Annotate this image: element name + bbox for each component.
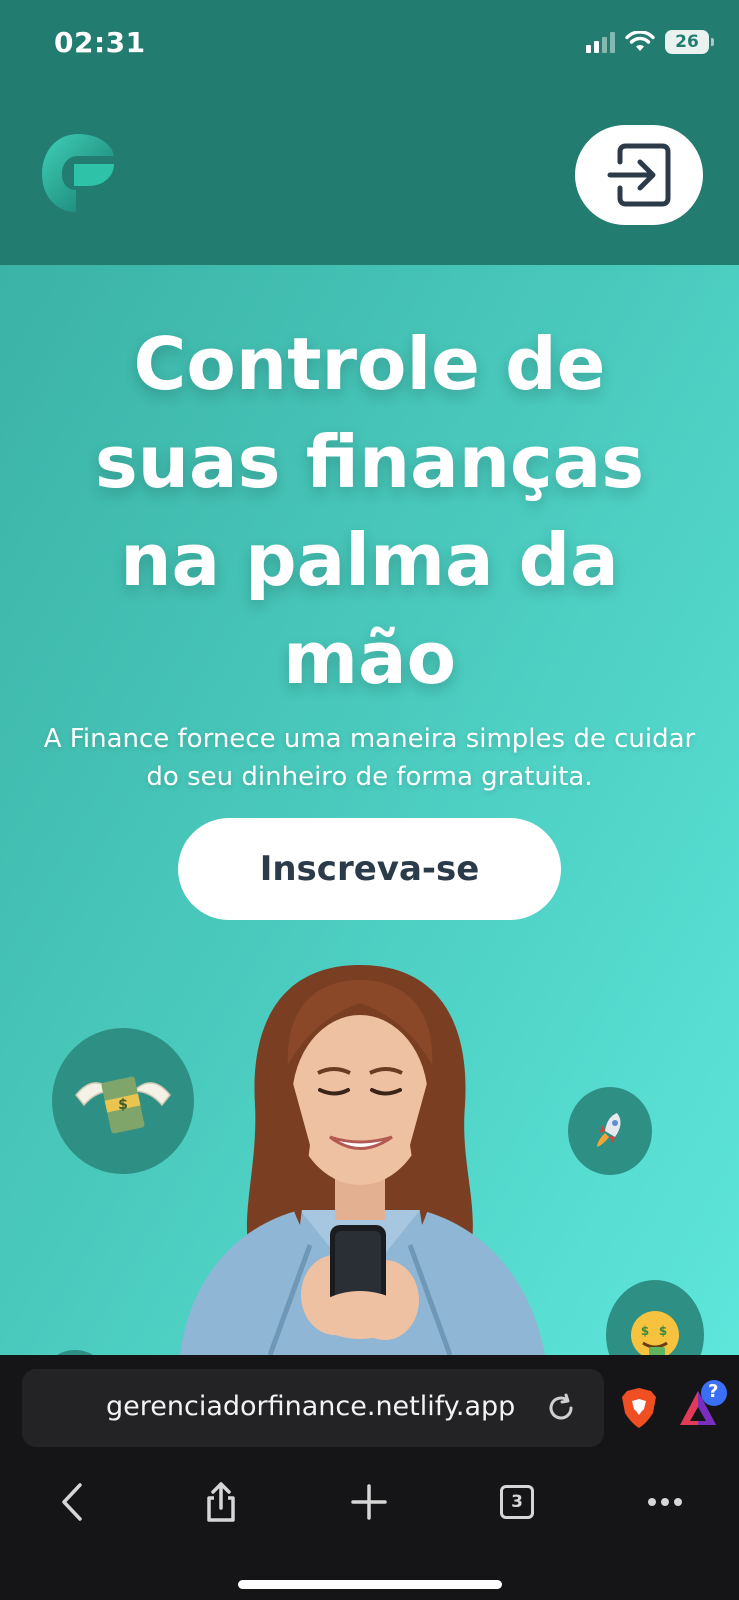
status-time: 02:31 [54, 26, 146, 59]
brave-rewards-icon[interactable]: ? [676, 1377, 728, 1431]
svg-text:$: $ [118, 1097, 128, 1113]
brave-shields-icon[interactable] [620, 1387, 658, 1429]
browser-chrome: gerenciadorfinance.netlify.app ? 3 [0, 1355, 739, 1600]
sign-in-icon [607, 143, 671, 207]
face-bubble: $ $ [606, 1280, 704, 1355]
rewards-badge: ? [708, 1381, 719, 1402]
battery-icon: 26 [665, 30, 714, 54]
back-button[interactable] [48, 1477, 98, 1527]
rocket-emoji [597, 1113, 621, 1147]
tabs-button[interactable]: 3 [492, 1477, 542, 1527]
new-tab-button[interactable] [344, 1477, 394, 1527]
svg-text:$: $ [659, 1324, 667, 1338]
address-bar[interactable]: gerenciadorfinance.netlify.app [22, 1369, 604, 1447]
woman-with-phone-image [180, 965, 545, 1355]
finance-logo-icon[interactable] [38, 130, 118, 216]
hero-title: Controle de suas finanças na palma da mã… [94, 322, 645, 700]
more-button[interactable] [640, 1477, 690, 1527]
share-button[interactable] [196, 1477, 246, 1527]
status-icons: 26 [586, 30, 714, 54]
reload-icon[interactable] [545, 1392, 577, 1424]
url-text[interactable]: gerenciadorfinance.netlify.app [106, 1391, 515, 1422]
signup-button[interactable]: Inscreva-se [178, 818, 561, 920]
tabs-icon: 3 [500, 1485, 534, 1519]
screen: 02:31 26 Controle de suas finanças na pa… [0, 0, 739, 1600]
share-icon [207, 1482, 235, 1522]
back-icon [62, 1483, 82, 1521]
more-icon [648, 1498, 682, 1506]
hero-section: Controle de suas finanças na palma da mã… [0, 265, 739, 1355]
app-header: 02:31 26 [0, 0, 739, 265]
browser-toolbar: 3 [0, 1465, 739, 1545]
svg-text:$: $ [641, 1324, 649, 1338]
new-tab-icon [351, 1484, 387, 1520]
money-mouth-face-emoji: $ $ [631, 1311, 679, 1355]
home-indicator[interactable] [238, 1580, 502, 1589]
signal-icon [586, 31, 615, 53]
hero-subtitle: A Finance fornece uma maneira simples de… [43, 724, 696, 792]
rocket-bubble [568, 1087, 652, 1175]
wifi-icon [625, 31, 655, 51]
login-button[interactable] [575, 125, 703, 225]
